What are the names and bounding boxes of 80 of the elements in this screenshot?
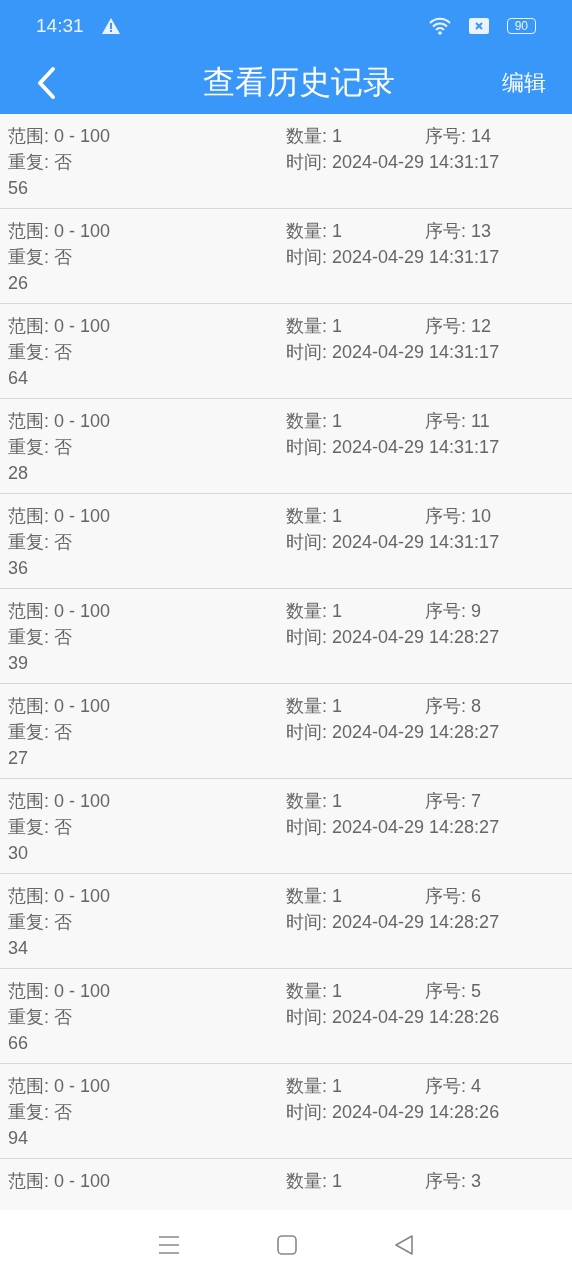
menu-icon[interactable] [158, 1235, 181, 1255]
warning-icon [101, 18, 120, 34]
value-text: 39 [8, 652, 30, 675]
serial-text: 序号: 13 [425, 220, 493, 243]
repeat-text: 重复: 否 [8, 531, 73, 554]
count-text: 数量: 1 [286, 980, 343, 1003]
repeat-text: 重复: 否 [8, 341, 73, 364]
range-text: 范围: 0 - 100 [8, 1170, 112, 1193]
edit-button[interactable]: 编辑 [502, 68, 546, 98]
serial-text: 序号: 14 [425, 125, 493, 148]
value-text: 28 [8, 462, 30, 485]
time-text: 时间: 2024-04-29 14:28:27 [286, 721, 501, 744]
serial-text: 序号: 4 [425, 1075, 482, 1098]
count-text: 数量: 1 [286, 695, 343, 718]
battery-indicator: 90 [506, 18, 536, 34]
range-text: 范围: 0 - 100 [8, 885, 112, 908]
value-text: 26 [8, 272, 30, 295]
status-time: 14:31 [36, 15, 84, 37]
time-text: 时间: 2024-04-29 14:28:26 [286, 1006, 501, 1029]
repeat-text: 重复: 否 [8, 911, 73, 934]
count-text: 数量: 1 [286, 505, 343, 528]
value-text: 56 [8, 177, 30, 200]
serial-text: 序号: 8 [425, 695, 482, 718]
value-text: 64 [8, 367, 30, 390]
count-text: 数量: 1 [286, 1170, 343, 1193]
count-text: 数量: 1 [286, 790, 343, 813]
count-text: 数量: 1 [286, 1075, 343, 1098]
time-text: 时间: 2024-04-29 14:28:27 [286, 626, 501, 649]
wifi-icon [428, 17, 451, 35]
serial-text: 序号: 9 [425, 600, 482, 623]
count-text: 数量: 1 [286, 410, 343, 433]
value-text: 94 [8, 1127, 30, 1150]
count-text: 数量: 1 [286, 220, 343, 243]
count-text: 数量: 1 [286, 315, 343, 338]
page-title: 查看历史记录 [202, 63, 396, 102]
serial-text: 序号: 5 [425, 980, 482, 1003]
repeat-text: 重复: 否 [8, 721, 73, 744]
time-text: 时间: 2024-04-29 14:31:17 [286, 341, 501, 364]
repeat-text: 重复: 否 [8, 246, 73, 269]
value-text: 30 [8, 842, 30, 865]
repeat-text: 重复: 否 [8, 151, 73, 174]
serial-text: 序号: 6 [425, 885, 482, 908]
serial-text: 序号: 12 [425, 315, 493, 338]
value-text: 66 [8, 1032, 30, 1055]
range-text: 范围: 0 - 100 [8, 125, 112, 148]
range-text: 范围: 0 - 100 [8, 505, 112, 528]
time-text: 时间: 2024-04-29 14:31:17 [286, 151, 501, 174]
back-button[interactable] [36, 66, 56, 100]
time-text: 时间: 2024-04-29 14:28:27 [286, 911, 501, 934]
time-text: 时间: 2024-04-29 14:28:26 [286, 1101, 501, 1124]
range-text: 范围: 0 - 100 [8, 980, 112, 1003]
count-text: 数量: 1 [286, 885, 343, 908]
home-icon[interactable] [277, 1235, 297, 1255]
value-text: 36 [8, 557, 30, 580]
repeat-text: 重复: 否 [8, 436, 73, 459]
serial-text: 序号: 3 [425, 1170, 482, 1193]
range-text: 范围: 0 - 100 [8, 1075, 112, 1098]
sim-icon [468, 18, 489, 34]
range-text: 范围: 0 - 100 [8, 695, 112, 718]
repeat-text: 重复: 否 [8, 626, 73, 649]
value-text: 27 [8, 747, 30, 770]
range-text: 范围: 0 - 100 [8, 790, 112, 813]
time-text: 时间: 2024-04-29 14:31:17 [286, 436, 501, 459]
back-icon[interactable] [393, 1235, 414, 1255]
range-text: 范围: 0 - 100 [8, 410, 112, 433]
repeat-text: 重复: 否 [8, 1101, 73, 1124]
count-text: 数量: 1 [286, 600, 343, 623]
range-text: 范围: 0 - 100 [8, 220, 112, 243]
serial-text: 序号: 11 [425, 410, 491, 433]
count-text: 数量: 1 [286, 125, 343, 148]
time-text: 时间: 2024-04-29 14:28:27 [286, 816, 501, 839]
value-text: 34 [8, 937, 30, 960]
time-text: 时间: 2024-04-29 14:31:17 [286, 246, 501, 269]
serial-text: 序号: 7 [425, 790, 482, 813]
repeat-text: 重复: 否 [8, 1006, 73, 1029]
repeat-text: 重复: 否 [8, 816, 73, 839]
time-text: 时间: 2024-04-29 14:31:17 [286, 531, 501, 554]
range-text: 范围: 0 - 100 [8, 600, 112, 623]
serial-text: 序号: 10 [425, 505, 493, 528]
range-text: 范围: 0 - 100 [8, 315, 112, 338]
